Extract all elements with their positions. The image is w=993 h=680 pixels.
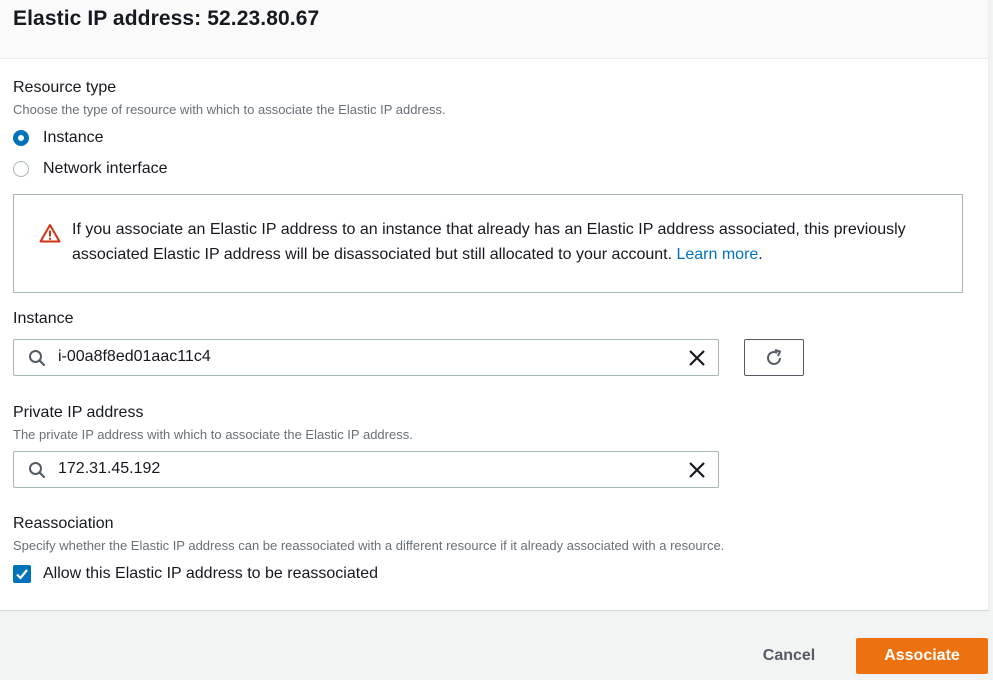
radio-instance[interactable]: Instance [13,127,103,149]
search-icon [29,462,46,479]
checkmark-icon [16,569,28,580]
private-ip-search-field[interactable]: 172.31.45.192 [13,451,719,488]
search-icon [29,350,46,367]
warning-icon [39,224,61,243]
radio-network-interface[interactable]: Network interface [13,158,168,180]
page-title: Elastic IP address: 52.23.80.67 [13,7,320,30]
radio-button-instance[interactable] [13,130,29,146]
reassociation-checkbox-row[interactable]: Allow this Elastic IP address to be reas… [13,563,378,585]
resource-type-description: Choose the type of resource with which t… [13,102,446,117]
refresh-button[interactable] [744,339,804,376]
clear-icon[interactable] [688,349,706,367]
radio-button-network-interface[interactable] [13,161,29,177]
warning-alert: If you associate an Elastic IP address t… [13,194,963,293]
refresh-icon [767,349,781,365]
modal-body [0,59,989,611]
alert-trailing: . [758,246,763,263]
instance-label: Instance [13,310,74,327]
instance-search-field[interactable]: i-00a8f8ed01aac11c4 [13,339,719,376]
private-ip-value[interactable]: 172.31.45.192 [58,460,160,478]
private-ip-description: The private IP address with which to ass… [13,427,413,442]
private-ip-label: Private IP address [13,404,144,421]
cancel-button[interactable]: Cancel [748,641,830,671]
clear-icon[interactable] [688,461,706,479]
learn-more-link[interactable]: Learn more [676,246,758,263]
radio-network-interface-label: Network interface [43,160,168,177]
resource-type-label: Resource type [13,79,117,96]
associate-button[interactable]: Associate [856,638,988,674]
alert-message: If you associate an Elastic IP address t… [72,217,952,267]
radio-instance-label: Instance [43,129,104,146]
reassociation-description: Specify whether the Elastic IP address c… [13,538,725,553]
reassociation-checkbox[interactable] [13,565,31,583]
reassociation-checkbox-label: Allow this Elastic IP address to be reas… [43,565,378,582]
modal-header: Elastic IP address: 52.23.80.67 [0,0,989,59]
instance-value[interactable]: i-00a8f8ed01aac11c4 [58,348,211,366]
reassociation-label: Reassociation [13,515,114,532]
alert-text: If you associate an Elastic IP address t… [72,221,906,263]
